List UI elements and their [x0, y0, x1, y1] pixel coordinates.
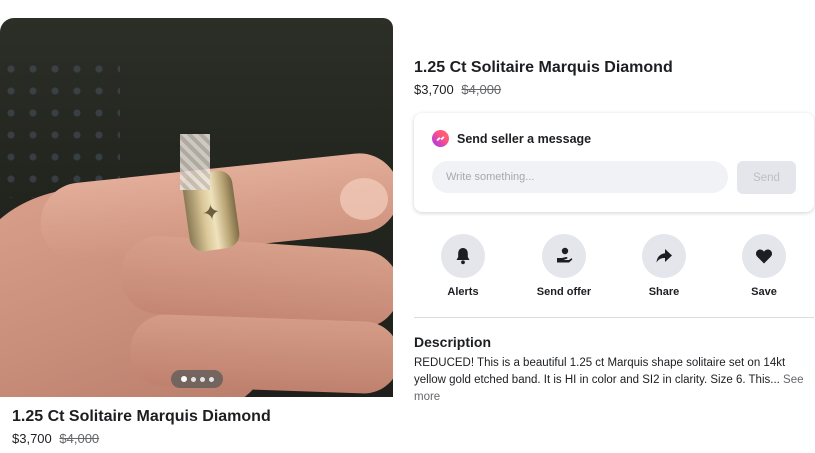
- messenger-icon: [432, 130, 449, 147]
- card-title[interactable]: 1.25 Ct Solitaire Marquis Diamond: [12, 408, 271, 426]
- description-body: REDUCED! This is a beautiful 1.25 ct Mar…: [414, 357, 786, 386]
- alerts-button[interactable]: Alerts: [423, 234, 503, 298]
- alerts-label: Alerts: [447, 286, 479, 298]
- carousel-dot[interactable]: [180, 376, 187, 382]
- current-price: $3,700: [414, 82, 454, 97]
- send-button[interactable]: Send: [737, 161, 796, 194]
- carousel-dot[interactable]: [208, 376, 214, 382]
- send-offer-label: Send offer: [536, 286, 592, 298]
- share-label: Share: [648, 286, 680, 298]
- save-label: Save: [751, 286, 777, 298]
- original-price: $4,000: [461, 82, 502, 97]
- divider: [414, 317, 814, 318]
- carousel-dot[interactable]: [190, 376, 196, 382]
- action-bar: Alerts Send offer Share Save: [414, 234, 814, 304]
- save-button[interactable]: Save: [724, 234, 804, 298]
- listing-title: 1.25 Ct Solitaire Marquis Diamond: [414, 59, 673, 76]
- send-offer-icon[interactable]: [542, 234, 586, 278]
- listing-photo[interactable]: ✦: [0, 18, 393, 397]
- heart-icon[interactable]: [742, 234, 786, 278]
- original-price: $4,000: [59, 431, 100, 446]
- card-price: $3,700 $4,000: [12, 431, 99, 446]
- message-seller-card: Send seller a message Send: [414, 113, 814, 212]
- message-input[interactable]: [432, 161, 728, 193]
- description-heading: Description: [414, 334, 492, 350]
- photo-ring-stone-blurred: [180, 134, 210, 190]
- bell-icon[interactable]: [441, 234, 485, 278]
- send-offer-button[interactable]: Send offer: [524, 234, 604, 298]
- current-price: $3,700: [12, 431, 52, 446]
- share-button[interactable]: Share: [624, 234, 704, 298]
- message-header: Send seller a message: [432, 130, 591, 147]
- listing-price: $3,700 $4,000: [414, 82, 501, 97]
- photo-background: [0, 58, 120, 198]
- message-heading: Send seller a message: [457, 131, 592, 146]
- description-text: REDUCED! This is a beautiful 1.25 ct Mar…: [414, 355, 810, 406]
- listing-card[interactable]: ✦ 1.25 Ct Solitaire Marquis Diamond $3,7…: [0, 18, 393, 453]
- carousel-indicator[interactable]: [171, 370, 223, 388]
- share-arrow-icon[interactable]: [642, 234, 686, 278]
- carousel-dot[interactable]: [199, 376, 205, 382]
